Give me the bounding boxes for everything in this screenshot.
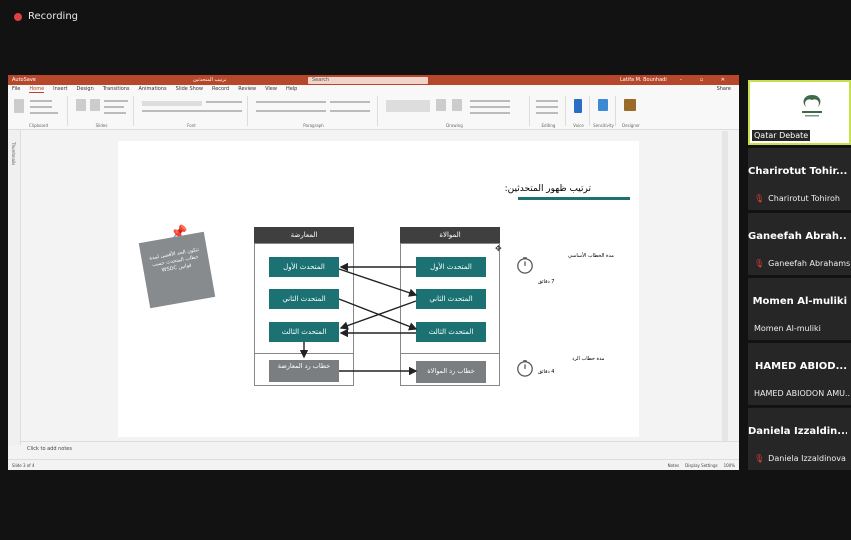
participant-label: Charirotut Tohiroh: [768, 194, 840, 203]
sensitivity-icon[interactable]: [598, 99, 608, 111]
editing-caption: Editing: [541, 123, 556, 128]
participant-name: HAMED ABIOD...: [755, 361, 847, 372]
tab-insert[interactable]: Insert: [53, 86, 67, 92]
slide-counter: Slide 3 of 4: [12, 462, 35, 468]
participant-name: Charirotut Tohir...: [748, 166, 847, 177]
doc-title: ترتيب المتحدثين: [193, 77, 227, 83]
paragraph-caption: Paragraph: [303, 123, 324, 128]
tab-review[interactable]: Review: [238, 86, 256, 92]
participant-tile[interactable]: Charirotut Tohir... 🎙 Charirotut Tohiroh: [748, 148, 851, 210]
window-controls[interactable]: – ▫ ✕: [680, 77, 733, 83]
drawing-caption: Drawing: [446, 123, 463, 128]
font-caption: Font: [187, 123, 196, 128]
tab-record[interactable]: Record: [212, 86, 229, 92]
participant-tile[interactable]: Momen Al-muliki Momen Al-muliki: [748, 278, 851, 340]
vertical-scrollbar[interactable]: [722, 131, 728, 445]
notes-toggle[interactable]: Notes: [668, 463, 680, 468]
search-box[interactable]: Search: [308, 76, 428, 84]
reuse-slides-icon[interactable]: [90, 99, 100, 111]
dictate-icon[interactable]: [574, 99, 582, 113]
display-settings[interactable]: Display Settings: [685, 463, 717, 468]
group-voice: Voice: [568, 96, 590, 128]
quick-styles-icon[interactable]: [452, 99, 462, 111]
participant-tile[interactable]: Ganeefah Abrah... 🎙 Ganeefah Abrahams: [748, 213, 851, 275]
new-slide-icon[interactable]: [76, 99, 86, 111]
voice-caption: Voice: [573, 123, 584, 128]
group-editing: Editing: [532, 96, 566, 128]
group-clipboard: Clipboard: [10, 96, 68, 128]
designer-icon[interactable]: [624, 99, 636, 111]
participant-name: Momen Al-muliki: [752, 296, 847, 307]
participant-label: Ganeefah Abrahams: [768, 259, 851, 268]
recording-label: Recording: [28, 11, 79, 22]
tab-transitions[interactable]: Transitions: [103, 86, 130, 92]
status-bar: Slide 3 of 4 Notes Display Settings 100%: [8, 459, 739, 470]
ribbon-tabs: File Home Insert Design Transitions Anim…: [8, 85, 739, 93]
ribbon: Clipboard Slides Font Paragraph Drawing …: [8, 93, 739, 130]
thumbnails-pane[interactable]: Thumbnails: [8, 130, 21, 445]
participant-name: Daniela Izzaldin...: [748, 426, 847, 437]
mic-muted-icon: 🎙: [754, 454, 765, 463]
group-font: Font: [136, 96, 248, 128]
participant-tile[interactable]: Daniela Izzaldin... 🎙 Daniela Izzaldinova: [748, 408, 851, 470]
timer2-label: مدة خطاب الرد: [572, 356, 605, 362]
group-designer: Designer: [618, 96, 644, 128]
recording-indicator: Recording: [14, 11, 78, 22]
autosave-label[interactable]: AutoSave: [12, 77, 36, 83]
mic-muted-icon: 🎙: [754, 259, 765, 268]
group-slides: Slides: [70, 96, 134, 128]
tab-animations[interactable]: Animations: [139, 86, 167, 92]
timer1-value: 7 دقائق: [538, 279, 555, 285]
share-button[interactable]: Share: [717, 86, 731, 92]
participant-tile[interactable]: HAMED ABIOD... HAMED ABIODON AMU...: [748, 343, 851, 405]
shared-screen: AutoSave ترتيب المتحدثين Search Latifa M…: [8, 75, 739, 470]
arrow-o1-p2: [338, 268, 418, 297]
participant-label: Daniela Izzaldinova: [768, 454, 846, 463]
notes-pane[interactable]: Click to add notes: [21, 441, 739, 459]
cursor-icon: ✥: [495, 244, 502, 253]
tab-help[interactable]: Help: [286, 86, 297, 92]
tab-slideshow[interactable]: Slide Show: [176, 86, 203, 92]
tab-home[interactable]: Home: [29, 86, 45, 93]
timer-icon: [517, 360, 533, 377]
participant-name: Ganeefah Abrah...: [748, 231, 847, 242]
group-drawing: Drawing: [380, 96, 530, 128]
participant-label: HAMED ABIODON AMU...: [754, 389, 851, 398]
group-paragraph: Paragraph: [250, 96, 378, 128]
tab-file[interactable]: File: [12, 86, 20, 92]
paste-icon[interactable]: [14, 99, 24, 113]
user-name[interactable]: Latifa M. Bounhadi: [620, 77, 667, 83]
record-dot-icon: [14, 12, 22, 21]
flow-arrows: [299, 262, 418, 376]
slides-caption: Slides: [95, 123, 108, 128]
timer2-value: 4 دقائق: [538, 369, 555, 375]
arrange-icon[interactable]: [436, 99, 446, 111]
tab-design[interactable]: Design: [76, 86, 93, 92]
mic-muted-icon: 🎙: [754, 194, 765, 203]
slide-canvas[interactable]: ترتيب ظهور المتحدثين: 📌 تتكون الحد الأقص…: [118, 141, 639, 437]
clipboard-caption: Clipboard: [28, 123, 49, 128]
qatar-debate-logo: [796, 92, 828, 126]
participant-label: Momen Al-muliki: [754, 324, 821, 333]
designer-caption: Designer: [622, 123, 640, 128]
ppt-titlebar: AutoSave ترتيب المتحدثين Search Latifa M…: [8, 75, 739, 85]
timer1-label: مدة الخطاب الأساسي: [568, 253, 614, 259]
timer-icon: [517, 257, 533, 274]
group-sensitivity: Sensitivity: [592, 96, 616, 128]
tab-view[interactable]: View: [265, 86, 277, 92]
participant-label: Qatar Debate: [752, 130, 811, 141]
zoom-level[interactable]: 100%: [724, 463, 735, 468]
thumbnails-label: Thumbnails: [11, 142, 16, 166]
participant-tile[interactable]: Qatar Debate: [748, 80, 851, 145]
sensitivity-caption: Sensitivity: [593, 123, 614, 128]
